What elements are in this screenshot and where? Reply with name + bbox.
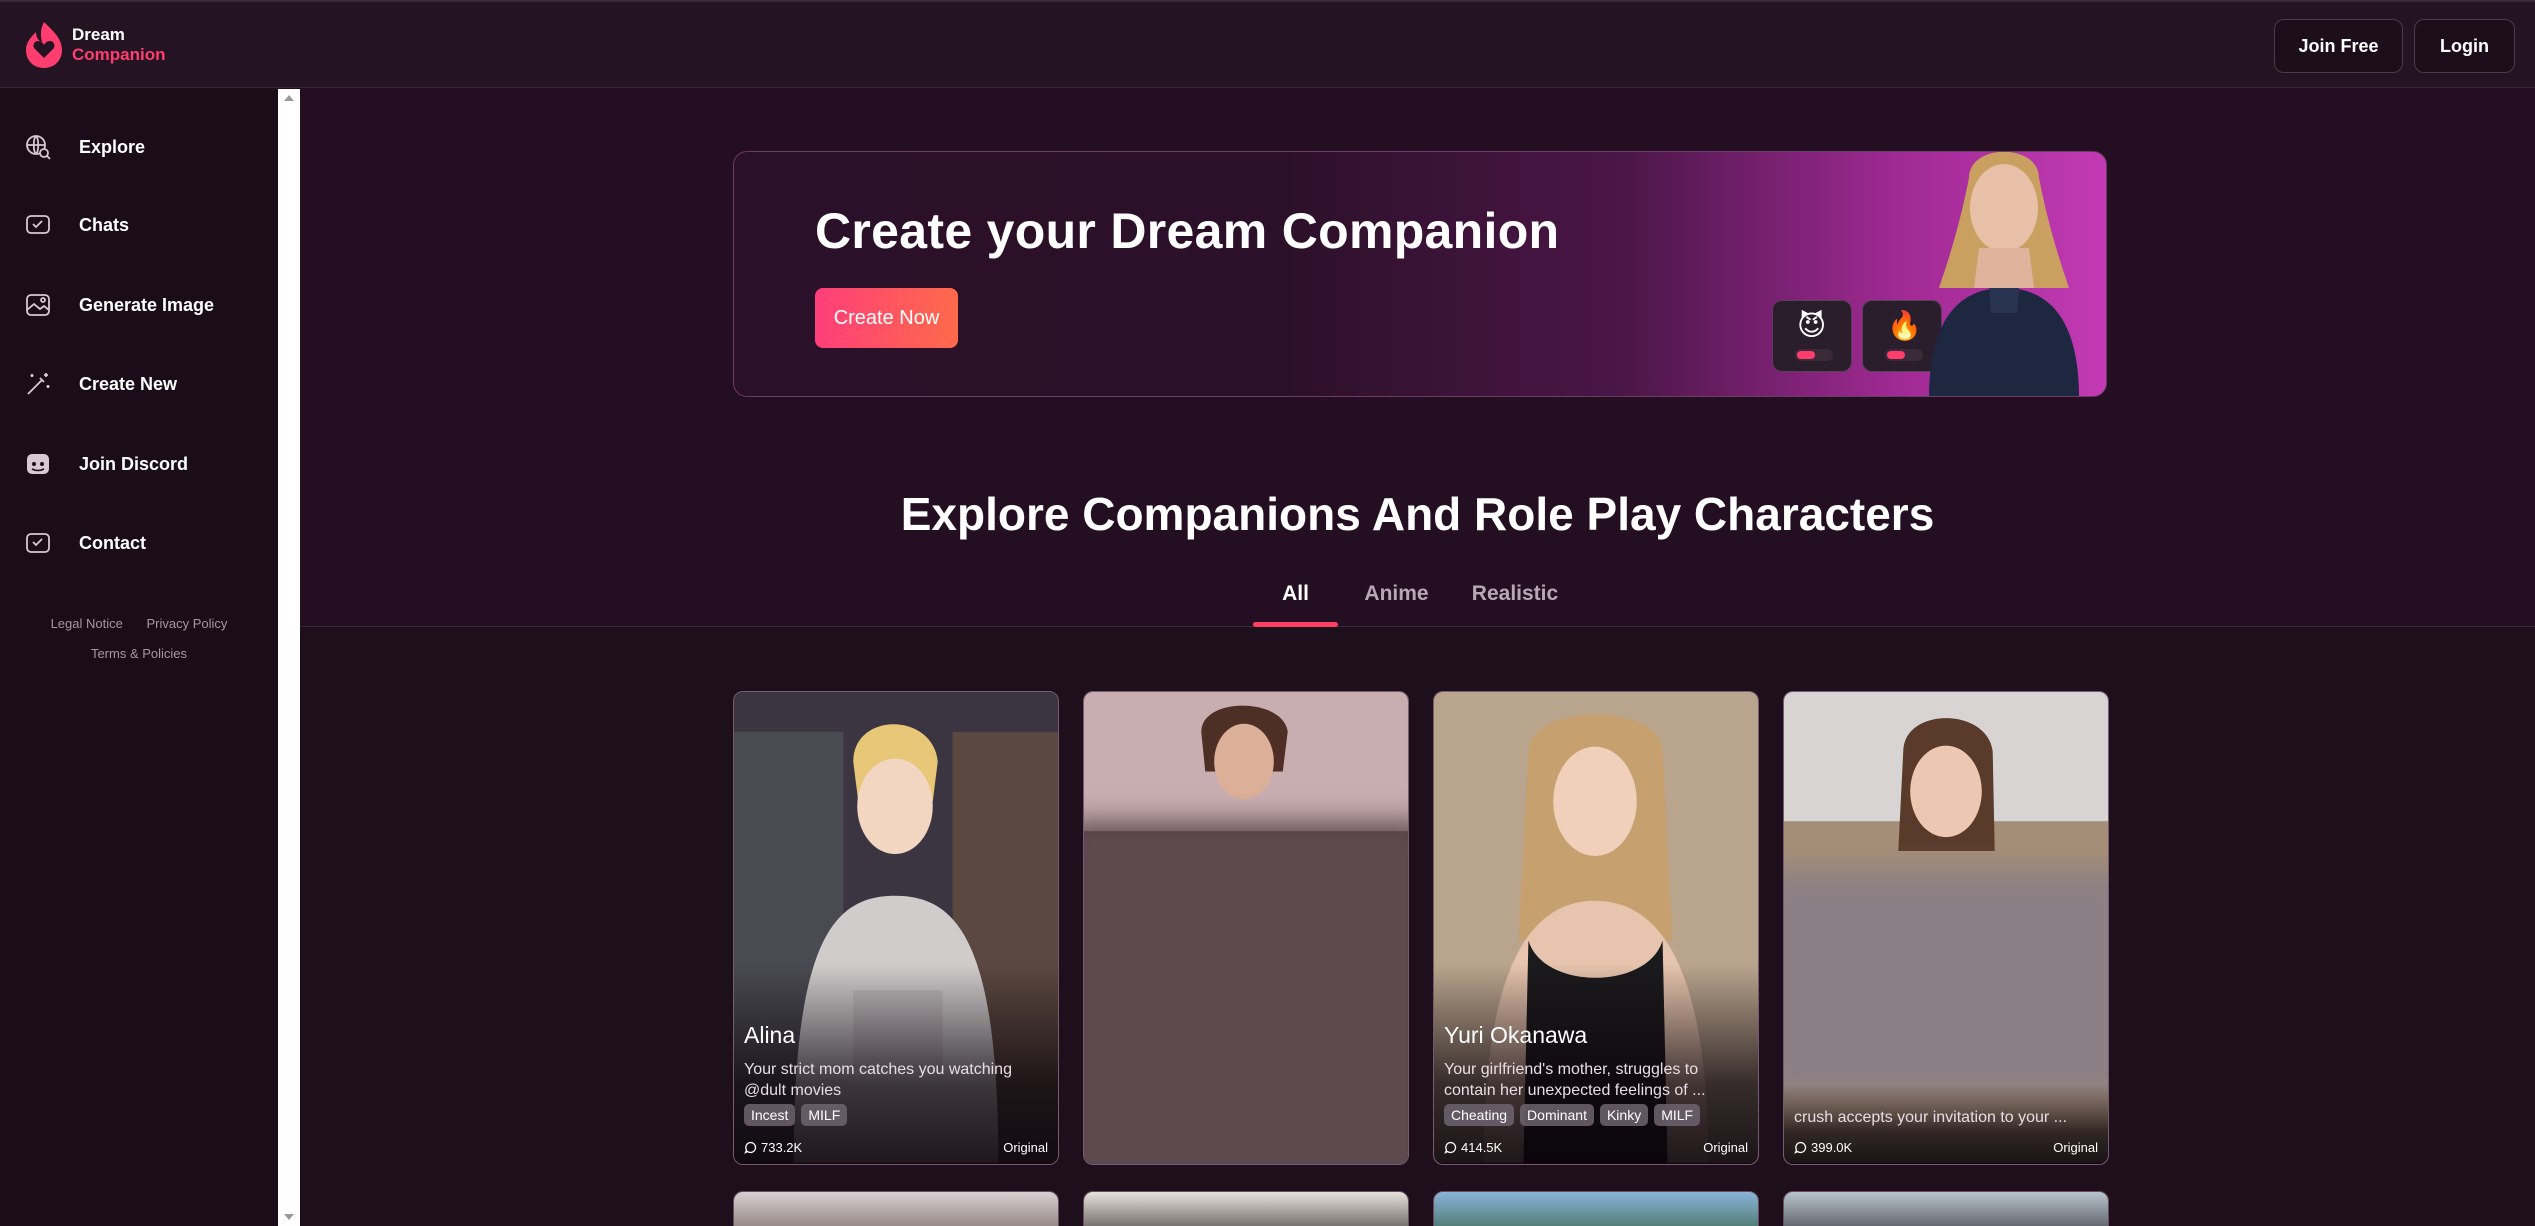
character-description: Your strict mom catches you watching @du… — [744, 1061, 1012, 1099]
character-name: Alina — [744, 1022, 796, 1048]
chat-icon — [26, 215, 50, 234]
original-badge: Original — [2053, 1140, 2098, 1155]
sidebar-item-chats[interactable]: Chats — [0, 197, 278, 253]
sidebar-item-label: Join Discord — [79, 453, 189, 474]
wand-icon — [27, 373, 50, 395]
character-card-alina[interactable]: Alina Your strict mom catches you watchi… — [733, 691, 1059, 1165]
chat-count: 414.5K — [1444, 1140, 1502, 1155]
decorative-toggle-card: 😈 — [1772, 300, 1852, 372]
main-content: Create your Dream Companion Create Now 😈… — [300, 89, 2535, 1226]
tab-all[interactable]: All — [1253, 561, 1338, 627]
sidebar-item-join-discord[interactable]: Join Discord — [0, 436, 278, 492]
sidebar-item-label: Chats — [79, 214, 130, 235]
brand-logo[interactable]: Dream Companion — [22, 20, 166, 70]
sidebar-footer-links: Legal Notice Privacy Policy Terms & Poli… — [0, 609, 278, 669]
terms-link[interactable]: Terms & Policies — [0, 639, 278, 669]
explore-section-title: Explore Companions And Role Play Charact… — [900, 488, 1935, 540]
create-now-button[interactable]: Create Now — [815, 288, 958, 348]
character-card[interactable] — [1783, 1191, 2109, 1226]
censor-blur — [1084, 822, 1408, 1164]
login-button[interactable]: Login — [2414, 19, 2515, 73]
chat-count-value: 733.2K — [761, 1140, 803, 1155]
category-tabs: All Anime Realistic — [1253, 561, 1575, 627]
character-card-blurred[interactable] — [1083, 691, 1409, 1165]
tag-badge[interactable]: MILF — [801, 1104, 848, 1126]
globe-search-icon — [26, 135, 51, 160]
scroll-up-arrow-icon[interactable] — [284, 95, 294, 101]
character-description: crush accepts your invitation to your ..… — [1794, 1109, 2068, 1126]
banner-title: Create your Dream Companion — [815, 203, 1560, 259]
scroll-down-arrow-icon[interactable] — [284, 1214, 294, 1220]
tag-badge[interactable]: Cheating — [1444, 1104, 1515, 1126]
character-tags: Cheating Dominant Kinky MILF — [1444, 1104, 1701, 1126]
tab-anime[interactable]: Anime — [1338, 561, 1455, 627]
chat-count-value: 399.0K — [1811, 1140, 1853, 1155]
join-free-button[interactable]: Join Free — [2274, 19, 2403, 73]
discord-icon — [27, 454, 49, 474]
sidebar-item-label: Explore — [79, 136, 146, 157]
censor-blur — [1784, 870, 2108, 1095]
character-description: Your girlfriend's mother, struggles to c… — [1444, 1061, 1706, 1099]
brand-line2: Companion — [72, 45, 166, 64]
original-badge: Original — [1703, 1140, 1748, 1155]
brand-line1: Dream — [72, 25, 125, 44]
character-name: Yuri Okanawa — [1444, 1022, 1588, 1048]
tab-realistic[interactable]: Realistic — [1455, 561, 1575, 627]
sidebar-item-create-new[interactable]: Create New — [0, 356, 278, 412]
comment-icon — [1794, 1141, 1807, 1154]
character-card[interactable] — [733, 1191, 1059, 1226]
sidebar-scrollbar[interactable] — [278, 89, 300, 1226]
devil-icon: 😈 — [1797, 310, 1827, 341]
sidebar: Explore Chats Generate Image Create New … — [0, 89, 278, 1226]
create-companion-banner[interactable]: Create your Dream Companion Create Now 😈… — [733, 151, 2107, 397]
sidebar-item-label: Create New — [79, 373, 178, 394]
tag-badge[interactable]: MILF — [1654, 1104, 1701, 1126]
sidebar-item-label: Contact — [79, 532, 146, 553]
character-card[interactable] — [1083, 1191, 1409, 1226]
mail-icon — [26, 533, 50, 553]
chat-count-value: 414.5K — [1461, 1140, 1503, 1155]
comment-icon — [1444, 1141, 1457, 1154]
character-tags: Incest MILF — [744, 1104, 848, 1126]
flame-heart-logo-icon — [26, 22, 62, 68]
legal-notice-link[interactable]: Legal Notice — [51, 616, 123, 631]
character-card-blurred[interactable]: crush accepts your invitation to your ..… — [1783, 691, 2109, 1165]
character-card[interactable] — [1433, 1191, 1759, 1226]
comment-icon — [744, 1141, 757, 1154]
sidebar-item-label: Generate Image — [79, 294, 215, 315]
chat-count: 733.2K — [744, 1140, 802, 1155]
image-icon — [26, 294, 50, 316]
character-card-yuri-okanawa[interactable]: Yuri Okanawa Your girlfriend's mother, s… — [1433, 691, 1759, 1165]
top-header: Dream Companion Join Free Login — [0, 0, 2535, 88]
sidebar-item-explore[interactable]: Explore — [0, 119, 278, 175]
sidebar-item-generate-image[interactable]: Generate Image — [0, 277, 278, 333]
privacy-policy-link[interactable]: Privacy Policy — [146, 616, 227, 631]
sidebar-item-contact[interactable]: Contact — [0, 515, 278, 571]
original-badge: Original — [1003, 1140, 1048, 1155]
tag-badge[interactable]: Incest — [744, 1104, 796, 1126]
tag-badge[interactable]: Dominant — [1520, 1104, 1594, 1126]
tag-badge[interactable]: Kinky — [1599, 1104, 1649, 1126]
toggle-icon — [1795, 349, 1833, 361]
chat-count: 399.0K — [1794, 1140, 1852, 1155]
banner-character-image — [1929, 152, 2079, 396]
